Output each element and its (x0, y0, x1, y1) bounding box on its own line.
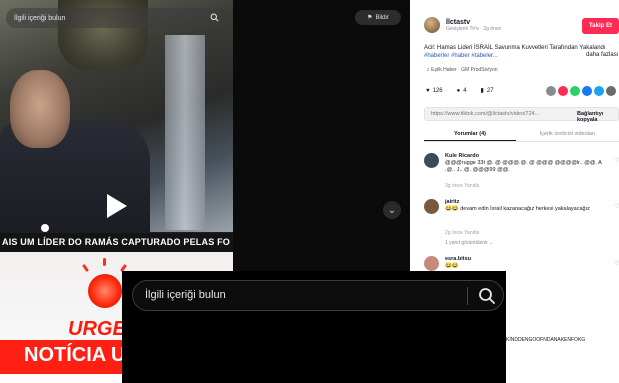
save-count: 27 (486, 87, 494, 94)
avatar[interactable] (424, 199, 439, 214)
embed-icon[interactable] (546, 86, 556, 96)
copy-link-button[interactable]: Bağlantıyı kopyala (577, 111, 618, 123)
view-replies-link[interactable]: 1 yanıt görüntülenir ⌄ (445, 240, 493, 246)
heart-icon[interactable]: ♡ (614, 203, 619, 210)
hashtags-link[interactable]: #haberler #haber #tabeler... (424, 53, 498, 59)
like-stat[interactable]: ♥ 126 (426, 88, 443, 94)
search-popup: İlgili içeriği bulun (122, 271, 506, 383)
video-link-url[interactable]: https://www.tiktok.com/@ilctastv/video/7… (431, 111, 561, 117)
comment-meta: 2g önce Yanıtla (445, 230, 480, 236)
flag-icon: ⚑ (367, 15, 373, 21)
more-share-icon[interactable] (606, 86, 616, 96)
heart-icon[interactable]: ♡ (614, 260, 619, 267)
video-search-bar[interactable]: İlgili içeriği bulun (6, 8, 227, 28)
obscured-comment-text: KİNDDENGOOFNDANAKENFOKG (506, 337, 586, 343)
heart-icon: ♥ (426, 87, 430, 94)
facebook-icon[interactable] (582, 86, 592, 96)
comment-text: @@@rugge 33t @. @ @@@.@. @ @@@ @@@@lr.. … (445, 160, 602, 173)
creator-header: İlctastv Gevişlerin Tir'e · 2g önce (424, 17, 501, 33)
urgent-band-text: NOTÍCIA U (24, 344, 126, 366)
like-count: 126 (432, 87, 443, 94)
creator-subtitle: Gevişlerin Tir'e · 2g önce (446, 25, 502, 32)
chevron-down-icon: ⌄ (387, 204, 397, 216)
comment-text: 😂😂 (445, 263, 459, 269)
bookmark-icon: ▮ (480, 88, 484, 94)
video-link-row: https://www.tiktok.com/@ilctastv/video/7… (424, 107, 619, 123)
next-video-button[interactable]: ⌄ (383, 201, 401, 219)
comment-count: 4 (463, 87, 467, 94)
avatar[interactable] (424, 153, 439, 168)
report-label: Bildir (375, 14, 389, 21)
siren-ray (103, 258, 106, 266)
save-stat[interactable]: ▮ 27 (480, 87, 494, 95)
tab-creator-videos[interactable]: İçerik üreticisi videoları (516, 128, 619, 141)
comment-author[interactable]: jairitz (445, 199, 459, 205)
follow-button[interactable]: Takip Et (582, 18, 619, 34)
comment-icon: ● (456, 87, 461, 94)
siren-ray (81, 263, 90, 273)
search-input[interactable]: İlgili içeriği bulun (132, 280, 504, 311)
report-button[interactable]: ⚑ Bildir (355, 10, 401, 25)
comment-author[interactable]: esra.bitsu (445, 256, 471, 262)
urgent-word: URGE (68, 318, 126, 340)
avatar[interactable] (424, 256, 439, 271)
search-placeholder: İlgili içeriği bulun (145, 289, 226, 301)
tab-comments[interactable]: Yorumlar (4) (424, 128, 516, 141)
twitter-icon[interactable] (594, 86, 604, 96)
play-icon[interactable] (107, 194, 127, 218)
siren-icon (88, 274, 122, 308)
whatsapp-icon[interactable] (570, 86, 580, 96)
creator-username[interactable]: İlctastv (446, 19, 501, 26)
send-to-friends-icon[interactable] (558, 86, 568, 96)
music-link[interactable]: ♫ Eşlik Haber · GM ProdStvlyon (426, 67, 498, 73)
avatar[interactable] (424, 17, 440, 33)
comment-text: 😂😂 devam edin İsrail kazanacağız herkesi… (445, 206, 590, 212)
comment-stat[interactable]: ● 4 (457, 88, 467, 94)
comment-author[interactable]: Kule Ricardo (445, 153, 479, 159)
progress-handle[interactable] (41, 224, 49, 232)
search-icon[interactable] (210, 13, 219, 24)
share-buttons (546, 86, 616, 96)
search-divider (467, 287, 468, 305)
door-figure (165, 35, 205, 230)
video-stats: ♥ 126 ● 4 ▮ 27 (426, 87, 494, 95)
man-head-figure (10, 70, 70, 148)
news-ticker: AIS UM LÍDER DO RAMÁS CAPTURADO PELAS FO (0, 233, 233, 252)
comments-tabs: Yorumlar (4) İçerik üreticisi videoları (424, 128, 619, 142)
description-text: Acil: Hamas Lideri İSRAİL Savunma Kuvvet… (424, 45, 606, 51)
comment-meta: 3g önce Yanıtla (445, 183, 480, 189)
heart-icon[interactable]: ♡ (614, 157, 619, 164)
more-link[interactable]: daha fazlası (586, 52, 618, 58)
video-search-label: İlgili içeriği bulun (14, 14, 66, 22)
app-window: { "video": { "search_label": "İlgili içe… (0, 0, 619, 383)
search-icon[interactable] (477, 286, 497, 306)
